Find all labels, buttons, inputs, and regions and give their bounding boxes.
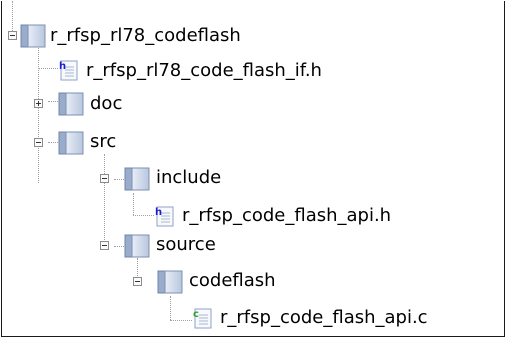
tree-node-label: include [156,167,222,188]
tree-node-label: r_rfsp_rl78_codeflash [50,25,241,46]
tree-node-label: r_rfsp_code_flash_api.c [220,307,428,328]
c-source-file-icon [192,307,214,329]
tree-node-file-include-header[interactable]: r_rfsp_code_flash_api.h [154,201,474,235]
tree-node-label: r_rfsp_code_flash_api.h [182,205,392,226]
folder-icon [58,92,84,116]
folder-icon [157,270,183,294]
folder-icon [20,24,46,48]
tree-guide-line [38,68,58,69]
header-file-icon [58,59,80,81]
collapse-toggle-icon[interactable] [100,241,109,250]
project-tree-panel: r_rfsp_rl78_codeflash r_rfsp_rl78_code_f… [1,1,505,337]
collapse-toggle-icon[interactable] [133,277,142,286]
tree-node-file-root-header[interactable]: r_rfsp_rl78_code_flash_if.h [58,55,418,89]
tree-node-src[interactable]: src [34,128,234,162]
header-file-icon [154,205,176,227]
collapse-toggle-icon[interactable] [34,138,43,147]
tree-node-label: source [156,234,216,255]
tree-guide-line [170,320,192,321]
tree-node-label: doc [90,93,123,114]
tree-node-label: src [90,131,117,152]
tree-node-label: r_rfsp_rl78_code_flash_if.h [86,60,322,81]
folder-icon [124,167,150,191]
expand-toggle-icon[interactable] [34,99,43,108]
tree-node-root[interactable]: r_rfsp_rl78_codeflash [2,19,322,53]
tree-node-codeflash[interactable]: codeflash [133,267,353,301]
tree-guide-line [133,215,154,216]
collapse-toggle-icon[interactable] [100,174,109,183]
folder-icon [58,131,84,155]
folder-icon [124,234,150,258]
collapse-toggle-icon[interactable] [8,31,17,40]
tree-node-include[interactable]: include [100,164,320,198]
tree-node-doc[interactable]: doc [34,87,234,121]
tree-node-file-source[interactable]: r_rfsp_code_flash_api.c [192,303,492,337]
tree-node-source[interactable]: source [100,231,320,265]
tree-node-label: codeflash [189,270,276,291]
